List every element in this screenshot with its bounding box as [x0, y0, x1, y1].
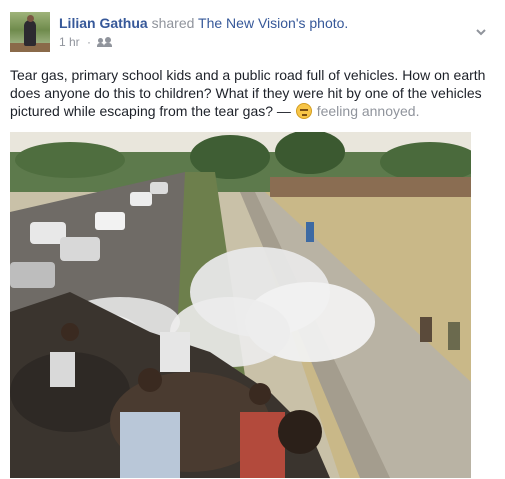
post-title-line: Lilian Gathua shared The New Vision's ph… — [59, 15, 348, 31]
post-header: Lilian Gathua shared The New Vision's ph… — [10, 12, 495, 54]
post-text: Tear gas, primary school kids and a publ… — [10, 66, 498, 120]
meta-separator: · — [87, 35, 92, 49]
shared-verb: shared — [151, 15, 195, 31]
timestamp-link[interactable]: 1 hr — [59, 35, 80, 49]
friends-icon[interactable] — [97, 37, 113, 47]
photo-scene — [10, 132, 471, 478]
avatar-figure — [24, 20, 36, 46]
source-page-link[interactable]: The New Vision's — [198, 15, 305, 31]
author-name-link[interactable]: Lilian Gathua — [59, 15, 148, 31]
author-avatar[interactable] — [10, 12, 50, 52]
photo-link[interactable]: photo. — [309, 15, 348, 31]
shared-photo[interactable] — [10, 132, 471, 478]
annoyed-face-emoji — [295, 103, 312, 119]
chevron-down-icon[interactable] — [475, 26, 487, 38]
facebook-post: Lilian Gathua shared The New Vision's ph… — [0, 0, 505, 479]
avatar-head — [27, 15, 34, 22]
feeling-label[interactable]: feeling annoyed. — [317, 103, 420, 119]
post-meta: 1 hr · — [59, 35, 113, 49]
